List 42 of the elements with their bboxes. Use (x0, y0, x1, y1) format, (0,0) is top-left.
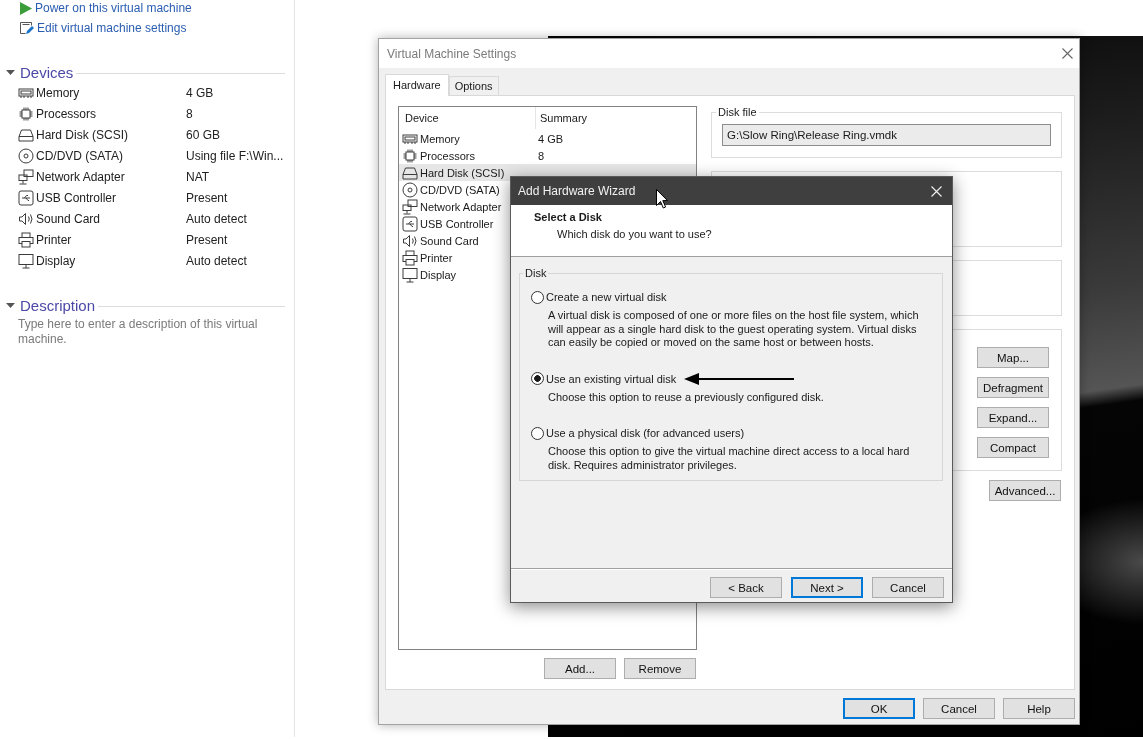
device-name: Printer (36, 232, 72, 247)
dialog-title: Add Hardware Wizard (518, 184, 637, 198)
column-header: Device (405, 112, 439, 124)
wizard-subheading: Which disk do you want to use? (557, 228, 712, 241)
device-name: Display (36, 253, 76, 268)
option-description: A virtual disk is composed of one or more files on the host file system, which will appear as a single hard disk to the guest operating system. Virtual disks can easily be copied or moved on the same host or between hosts. (548, 309, 920, 350)
group-title: Disk (524, 267, 548, 280)
device-name: Hard Disk (SCSI) (36, 127, 128, 142)
device-name: CD/DVD (SATA) (36, 148, 123, 163)
device-name: Processors (36, 106, 97, 121)
device-name: Printer (420, 251, 453, 264)
wizard-heading: Select a Disk (534, 211, 602, 224)
device-summary: Present (186, 190, 228, 205)
group-title: Disk file (717, 106, 758, 119)
device-name: USB Controller (36, 190, 117, 205)
dialog-title: Virtual Machine Settings (387, 46, 518, 61)
device-name: Memory (36, 85, 80, 100)
device-name: CD/DVD (SATA) (420, 183, 500, 196)
column-header: Summary (539, 112, 588, 124)
option-description: Choose this option to give the virtual machine direct access to a local hard disk. Requires administrator privileges. (548, 445, 911, 472)
device-summary: NAT (186, 169, 210, 184)
device-summary: Using file F:\Win... (186, 148, 284, 163)
device-summary: 8 (537, 149, 545, 162)
device-summary: 4 GB (186, 85, 214, 100)
option-description: Choose this option to reuse a previously configured disk. (548, 390, 825, 404)
device-name: Network Adapter (36, 169, 125, 184)
device-summary: Present (186, 232, 228, 247)
device-name: Sound Card (420, 234, 479, 247)
device-name: Memory (420, 132, 460, 145)
device-summary: Auto detect (186, 253, 247, 268)
device-name: Network Adapter (420, 200, 502, 213)
section-title: Devices (20, 63, 74, 81)
device-summary: 4 GB (537, 132, 564, 145)
device-name: Display (420, 268, 457, 281)
device-summary: 60 GB (186, 127, 221, 142)
section-title: Description (20, 296, 96, 314)
device-name: Hard Disk (SCSI) (420, 166, 505, 179)
device-summary: 8 (186, 106, 193, 121)
device-summary: Auto detect (186, 211, 247, 226)
device-name: USB Controller (420, 217, 494, 230)
device-name: Processors (420, 149, 476, 162)
device-name: Sound Card (36, 211, 101, 226)
